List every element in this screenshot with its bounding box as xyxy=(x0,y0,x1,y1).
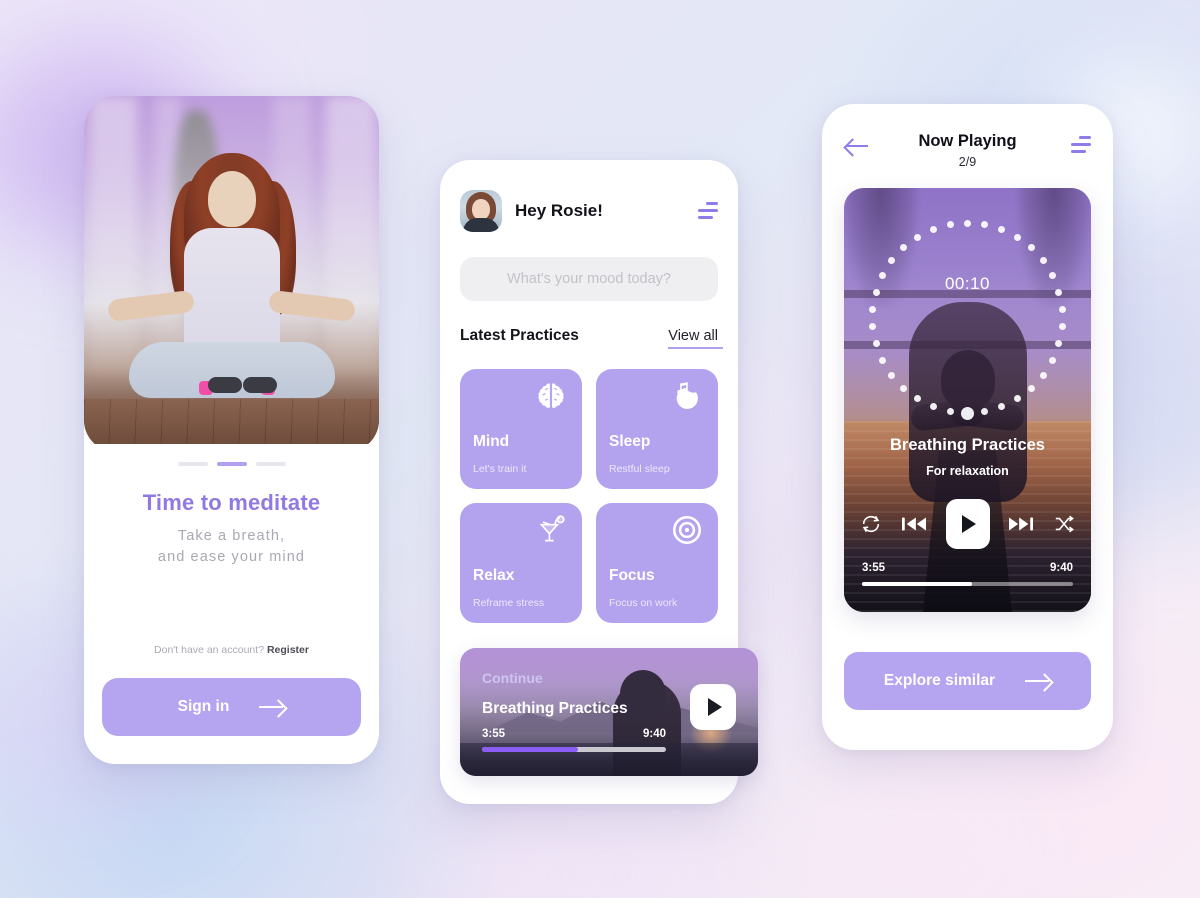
continue-times: 3:55 9:40 xyxy=(482,728,666,740)
moon-music-icon xyxy=(676,382,698,409)
continue-label: Continue xyxy=(482,670,543,686)
track-title: Breathing Practices xyxy=(890,436,1045,454)
player-header: Now Playing 2/9 xyxy=(844,132,1091,178)
section-title: Latest Practices xyxy=(460,327,579,344)
curtain-decor xyxy=(325,96,377,374)
player-times: 3:55 9:40 xyxy=(862,562,1073,574)
category-grid: Mind Let's train it Sleep Restful sleep xyxy=(460,369,718,623)
pagination-dot[interactable] xyxy=(177,462,208,466)
subtitle-line-2: and ease your mind xyxy=(157,549,306,566)
app-mockup-canvas: Time to meditate Take a breath, and ease… xyxy=(0,0,1200,898)
cocktail-icon xyxy=(539,515,565,542)
track-subtitle: For relaxation xyxy=(926,464,1009,478)
home-header: Hey Rosie! xyxy=(460,190,718,232)
avatar-body xyxy=(463,218,499,232)
pagination-dot[interactable] xyxy=(255,462,286,466)
next-icon[interactable] xyxy=(1009,515,1034,533)
avatar-face xyxy=(472,199,490,220)
target-icon xyxy=(672,515,702,545)
page-title: Time to meditate xyxy=(142,490,321,515)
section-header: Latest Practices View all xyxy=(460,327,723,349)
continue-play-button[interactable] xyxy=(690,684,736,730)
category-card-sleep[interactable]: Sleep Restful sleep xyxy=(596,369,718,489)
sign-in-label: Sign in xyxy=(177,698,230,715)
avatar[interactable] xyxy=(460,190,502,232)
player-card: 00:10 Breathing Practices For relaxation xyxy=(844,188,1091,612)
category-card-focus[interactable]: Focus Focus on work xyxy=(596,503,718,623)
explore-similar-button[interactable]: Explore similar xyxy=(844,652,1091,710)
category-name: Focus xyxy=(609,567,655,584)
greeting-text: Hey Rosie! xyxy=(515,201,603,220)
pagination-dot-active[interactable] xyxy=(216,462,247,466)
category-name: Sleep xyxy=(609,433,651,450)
figure-head xyxy=(207,170,256,227)
previous-icon[interactable] xyxy=(901,515,926,533)
home-screen: Hey Rosie! Latest Practices View all Min… xyxy=(440,160,758,804)
play-icon xyxy=(707,698,722,716)
arrow-right-icon xyxy=(259,700,285,714)
player-progress-track[interactable] xyxy=(862,582,1073,586)
page-title: Now Playing xyxy=(918,132,1017,150)
arrow-left-icon[interactable] xyxy=(846,138,870,154)
shuffle-icon[interactable] xyxy=(1053,514,1075,534)
mood-search-input[interactable] xyxy=(460,257,718,301)
explore-label: Explore similar xyxy=(883,672,996,689)
session-timer: 00:10 xyxy=(944,274,991,293)
play-icon xyxy=(962,515,976,533)
player-content: Now Playing 2/9 00:10 Breathing Practice… xyxy=(822,104,1113,750)
continue-card[interactable]: Continue Breathing Practices 3:55 9:40 xyxy=(460,648,758,776)
category-card-mind[interactable]: Mind Let's train it xyxy=(460,369,582,489)
player-progress-fill xyxy=(862,582,972,586)
player-elapsed: 3:55 xyxy=(862,562,886,574)
background-blob xyxy=(760,790,1020,898)
player-controls xyxy=(860,499,1075,549)
category-name: Relax xyxy=(473,567,515,584)
figure-torso xyxy=(183,227,280,358)
filter-menu-icon[interactable] xyxy=(696,202,718,220)
register-prompt-text: Don't have an account? xyxy=(154,644,265,656)
arrow-right-icon xyxy=(1025,674,1051,688)
category-desc: Let's train it xyxy=(473,463,527,475)
page-subtitle: Take a breath, and ease your mind xyxy=(84,526,379,569)
register-link[interactable]: Register xyxy=(267,644,309,656)
register-prompt: Don't have an account? Register xyxy=(84,644,379,656)
brain-icon xyxy=(538,383,564,408)
circular-progress-ring[interactable] xyxy=(869,219,1066,420)
subtitle-line-1: Take a breath, xyxy=(177,528,286,544)
background-blob xyxy=(430,805,760,898)
category-card-relax[interactable]: Relax Reframe stress xyxy=(460,503,582,623)
play-button[interactable] xyxy=(945,499,990,549)
continue-progress-track[interactable] xyxy=(482,747,666,752)
onboarding-screen: Time to meditate Take a breath, and ease… xyxy=(84,96,379,764)
repeat-icon[interactable] xyxy=(860,513,882,535)
player-duration: 9:40 xyxy=(1049,562,1073,574)
filter-menu-icon[interactable] xyxy=(1069,136,1091,154)
category-name: Mind xyxy=(473,433,510,450)
pagination-dots[interactable] xyxy=(84,462,379,466)
track-counter: 2/9 xyxy=(958,155,977,169)
now-playing-screen: Now Playing 2/9 00:10 Breathing Practice… xyxy=(822,104,1113,750)
continue-duration: 9:40 xyxy=(642,728,666,740)
continue-elapsed: 3:55 xyxy=(482,728,506,740)
onboarding-body: Time to meditate Take a breath, and ease… xyxy=(84,444,379,764)
category-desc: Focus on work xyxy=(609,597,678,609)
continue-progress-fill xyxy=(482,747,578,752)
category-desc: Restful sleep xyxy=(609,463,670,475)
category-desc: Reframe stress xyxy=(473,597,545,609)
figure-foot xyxy=(243,377,278,394)
hero-image xyxy=(84,96,379,452)
sign-in-button[interactable]: Sign in xyxy=(102,678,361,736)
curtain-decor xyxy=(89,96,138,374)
continue-title: Breathing Practices xyxy=(482,700,628,717)
figure-foot xyxy=(207,377,242,394)
view-all-link[interactable]: View all xyxy=(668,328,723,349)
meditating-woman-photo xyxy=(84,96,379,452)
